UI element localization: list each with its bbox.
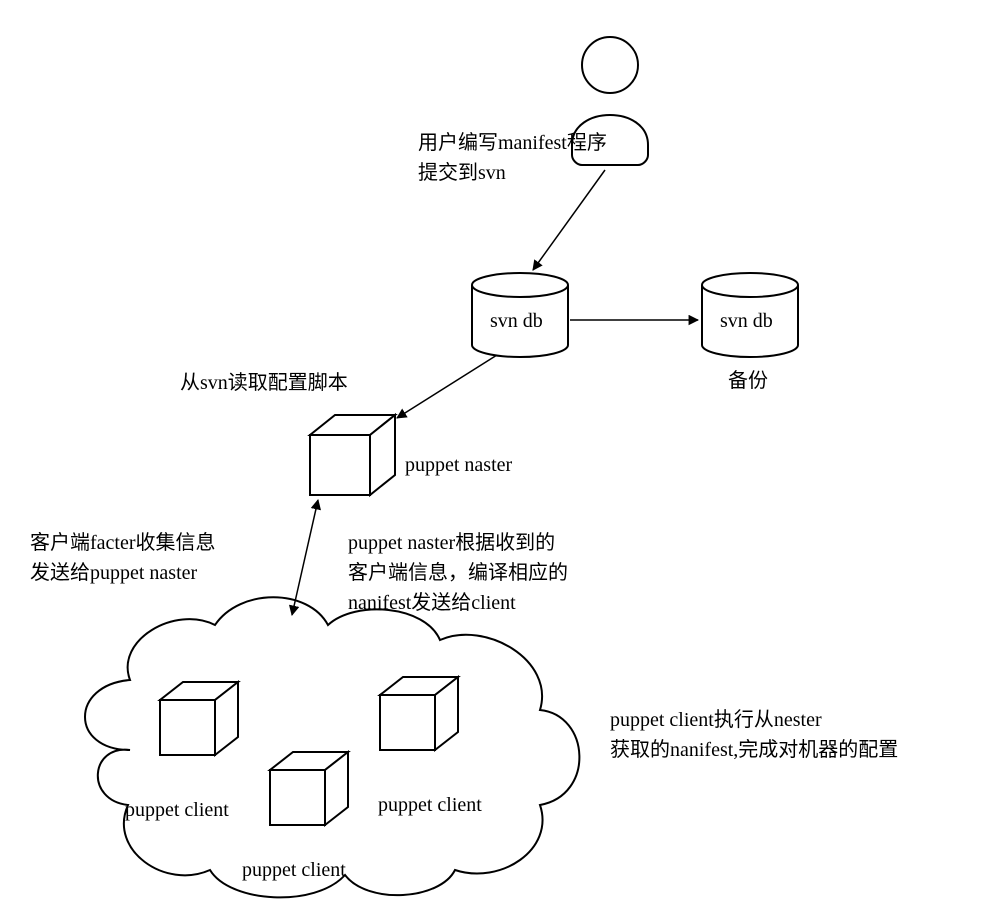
puppet-master-icon (310, 415, 395, 495)
master-compile-label: puppet naster根据收到的 客户端信息，编译相应的 nanifest发… (348, 528, 568, 618)
backup-label: 备份 (728, 366, 768, 396)
cloud-icon (85, 597, 579, 897)
client-exec-label: puppet client执行从nester 获取的nanifest,完成对机器… (610, 705, 898, 765)
pc1-label: puppet client (125, 795, 229, 825)
svn-db-1-label: svn db (490, 306, 543, 336)
puppet-client-3-icon (380, 677, 458, 750)
puppet-client-1-icon (160, 682, 238, 755)
puppet-client-2-icon (270, 752, 348, 825)
arrow-svn-to-master (397, 355, 497, 418)
pc3-label: puppet client (378, 790, 482, 820)
svn-db-2-label: svn db (720, 306, 773, 336)
puppet-master-label: puppet naster (405, 450, 512, 480)
arrow-master-client (292, 500, 318, 615)
pc2-label: puppet client (242, 855, 346, 885)
user-action-label: 用户编写manifest程序 提交到svn (418, 128, 607, 188)
read-config-label: 从svn读取配置脚本 (180, 368, 348, 398)
client-facter-label: 客户端facter收集信息 发送给puppet naster (30, 528, 216, 588)
